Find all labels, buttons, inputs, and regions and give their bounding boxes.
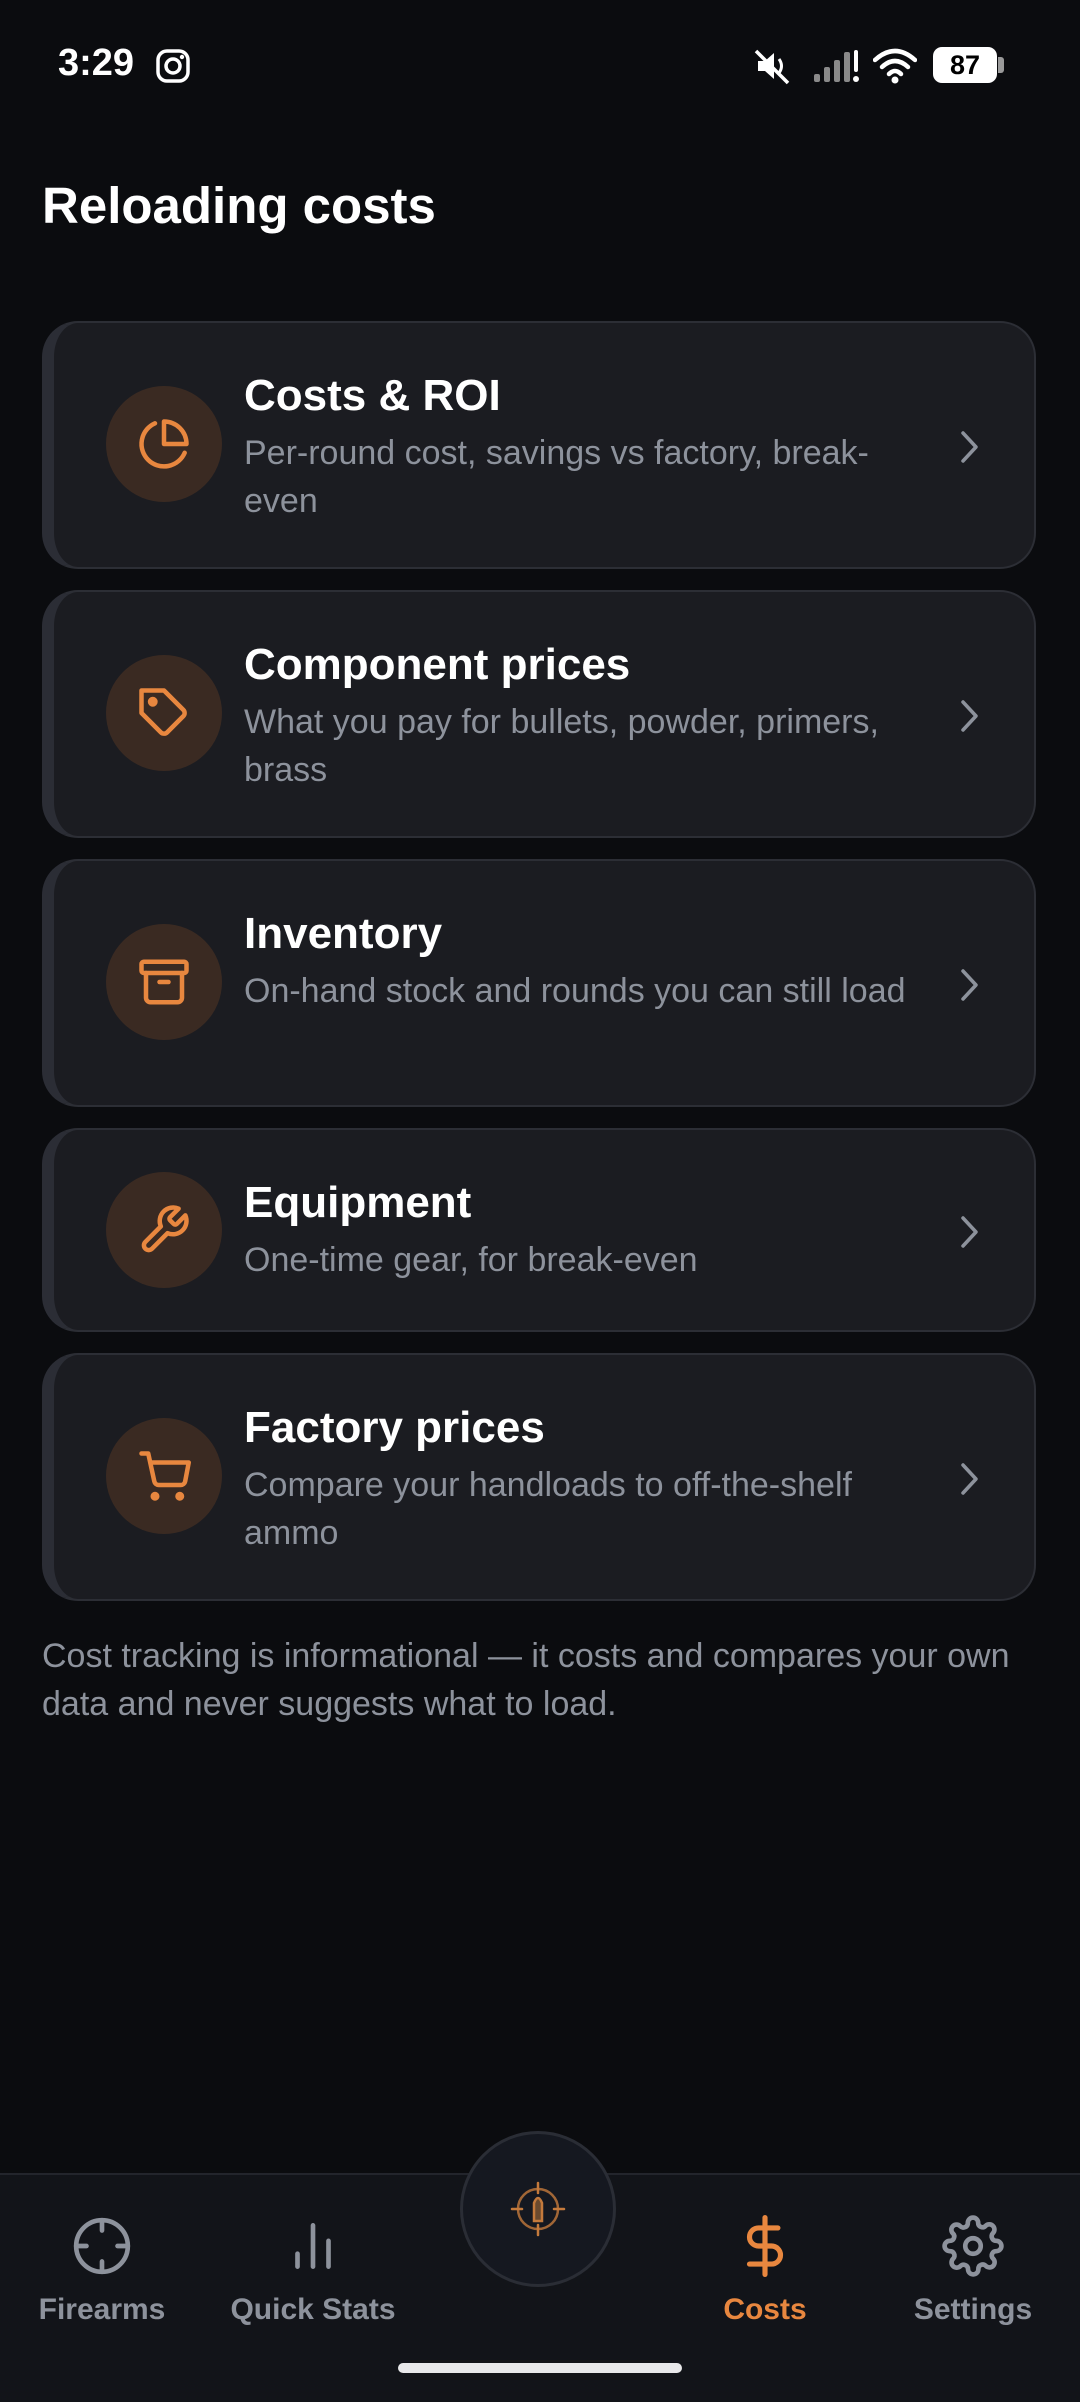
chevron-right-icon xyxy=(961,1463,978,1495)
card-icon-badge xyxy=(106,1172,222,1288)
instagram-icon xyxy=(156,49,190,83)
signal-icon xyxy=(814,50,859,82)
archive-box-icon xyxy=(139,959,189,1005)
wrench-icon xyxy=(141,1205,189,1253)
nav-item-firearms[interactable]: Firearms xyxy=(2,2215,202,2327)
nav-label: Settings xyxy=(913,2293,1033,2326)
crosshair-bullet-icon xyxy=(510,2181,566,2237)
card-subtitle: Compare your handloads to off-the-shelf … xyxy=(244,1466,852,1552)
card-costs-roi[interactable]: Costs & ROI Per-round cost, savings vs f… xyxy=(42,321,1036,569)
tag-icon xyxy=(139,688,187,736)
card-subtitle: What you pay for bullets, powder, primer… xyxy=(244,703,879,789)
mute-icon xyxy=(754,49,790,85)
card-subtitle: On-hand stock and rounds you can still l… xyxy=(244,972,906,1010)
card-subtitle: Per-round cost, savings vs factory, brea… xyxy=(244,434,869,520)
card-component-prices[interactable]: Component prices What you pay for bullet… xyxy=(42,590,1036,838)
wifi-icon xyxy=(873,48,917,84)
card-icon-badge xyxy=(106,386,222,502)
card-title: Component prices xyxy=(244,640,631,689)
dollar-icon xyxy=(746,2215,784,2277)
chevron-right-icon xyxy=(961,700,978,732)
card-icon-badge xyxy=(106,1418,222,1534)
nav-label: Quick Stats xyxy=(230,2293,396,2326)
center-action-button[interactable] xyxy=(460,2131,616,2287)
chevron-right-icon xyxy=(961,1216,978,1248)
status-time: 3:29 xyxy=(58,42,135,84)
card-title: Costs & ROI xyxy=(244,371,501,420)
card-icon-badge xyxy=(106,655,222,771)
battery-tip xyxy=(998,57,1004,73)
shopping-cart-icon xyxy=(139,1451,191,1501)
battery-level: 87 xyxy=(933,47,997,83)
nav-item-quick-stats[interactable]: Quick Stats xyxy=(213,2215,413,2327)
card-icon-badge xyxy=(106,924,222,1040)
page-title: Reloading costs xyxy=(42,177,436,234)
card-title: Inventory xyxy=(244,909,443,958)
home-indicator[interactable] xyxy=(398,2363,682,2373)
card-factory-prices[interactable]: Factory prices Compare your handloads to… xyxy=(42,1353,1036,1601)
pie-chart-icon xyxy=(139,419,189,469)
chevron-right-icon xyxy=(961,431,978,463)
status-bar: 3:29 87 xyxy=(0,0,1080,130)
card-title: Equipment xyxy=(244,1178,472,1227)
bar-chart-icon xyxy=(295,2223,331,2269)
card-equipment[interactable]: Equipment One-time gear, for break-even xyxy=(42,1128,1036,1332)
battery-indicator: 87 xyxy=(933,47,1005,83)
nav-item-settings[interactable]: Settings xyxy=(873,2215,1073,2327)
crosshair-icon xyxy=(73,2217,131,2275)
nav-label: Firearms xyxy=(38,2293,166,2326)
gear-icon xyxy=(942,2215,1004,2277)
card-title: Factory prices xyxy=(244,1403,545,1452)
card-subtitle: One-time gear, for break-even xyxy=(244,1241,698,1279)
chevron-right-icon xyxy=(961,969,978,1001)
footnote: Cost tracking is informational — it cost… xyxy=(42,1637,1010,1723)
nav-label: Costs xyxy=(723,2293,807,2326)
nav-item-costs[interactable]: Costs xyxy=(665,2215,865,2327)
card-inventory[interactable]: Inventory On-hand stock and rounds you c… xyxy=(42,859,1036,1107)
